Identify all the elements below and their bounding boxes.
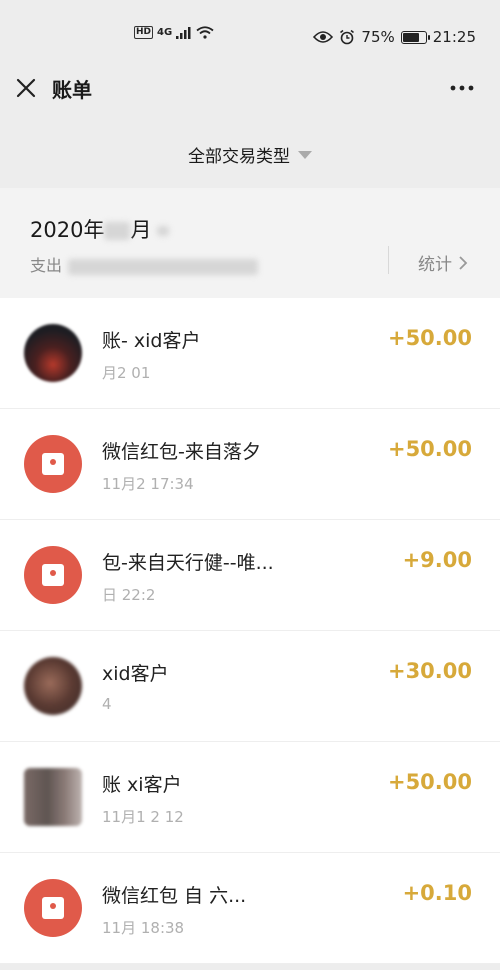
transaction-amount: +50.00 xyxy=(387,770,472,794)
alarm-icon xyxy=(340,29,355,45)
transaction-row[interactable]: 包-来自天行健--唯... 日 22:2 +9.00 xyxy=(0,520,500,631)
red-packet-avatar xyxy=(24,879,82,937)
transaction-row[interactable]: 账 xi客户 11月1 2 12 +50.00 xyxy=(0,742,500,853)
transaction-title: 微信红包 自 六... xyxy=(102,885,247,907)
status-bar: HD 4G 75% 21:25 xyxy=(0,0,500,64)
transaction-time: 月2 01 xyxy=(102,364,151,382)
transaction-amount: +30.00 xyxy=(387,659,472,683)
status-right: 75% 21:25 xyxy=(313,28,476,46)
transaction-time: 4 xyxy=(102,695,112,713)
close-button[interactable] xyxy=(14,76,38,100)
transaction-time: 11月 18:38 xyxy=(102,919,185,937)
stats-button[interactable]: 统计 xyxy=(418,250,468,275)
red-packet-icon xyxy=(42,564,64,586)
clock: 21:25 xyxy=(432,28,476,46)
transaction-row[interactable]: 微信红包 自 六... 11月 18:38 +0.10 xyxy=(0,853,500,964)
blurred-marker xyxy=(157,226,170,236)
blurred-month-number xyxy=(104,222,131,240)
divider xyxy=(388,246,389,274)
transaction-row[interactable]: 账- xid客户月2 01 +50.00 xyxy=(0,298,500,409)
filter-label: 全部交易类型 xyxy=(188,146,290,167)
transaction-time: 11月1 2 12 xyxy=(102,808,184,826)
battery-icon xyxy=(400,30,430,44)
red-packet-icon xyxy=(42,453,64,475)
page-title: 账单 xyxy=(52,78,92,102)
eye-icon xyxy=(313,31,334,43)
title-bar: 账单 xyxy=(0,64,500,112)
month-suffix: 月 xyxy=(130,218,152,242)
chevron-right-icon xyxy=(459,255,468,270)
close-icon xyxy=(16,78,36,98)
red-packet-avatar xyxy=(24,546,82,604)
transaction-row[interactable]: xid客户 4 +30.00 xyxy=(0,631,500,742)
more-icon xyxy=(450,85,474,91)
user-avatar xyxy=(24,768,82,826)
wifi-icon xyxy=(196,26,214,39)
hd-badge: HD xyxy=(134,26,154,39)
transaction-title: xid客户 xyxy=(102,663,169,685)
user-avatar xyxy=(24,324,82,382)
transaction-time: 日 22:2 xyxy=(102,586,156,604)
battery-percent: 75% xyxy=(361,28,395,46)
month-year: 2020年 xyxy=(30,218,105,242)
transaction-row[interactable]: 微信红包-来自落夕 11月2 17:34 +50.00 xyxy=(0,409,500,520)
month-title: 2020年 月 xyxy=(30,214,170,244)
summary-expense-label: 支出 xyxy=(30,256,63,275)
more-button[interactable] xyxy=(448,76,476,100)
transaction-amount: +0.10 xyxy=(402,881,472,905)
transaction-title: 微信红包-来自落夕 xyxy=(102,441,261,463)
transaction-amount: +9.00 xyxy=(402,548,472,572)
signal-icon xyxy=(176,26,191,39)
red-packet-avatar xyxy=(24,435,82,493)
network-indicators: HD 4G xyxy=(134,26,214,39)
user-avatar xyxy=(24,657,82,715)
transaction-amount: +50.00 xyxy=(387,326,472,350)
transaction-type-filter[interactable]: 全部交易类型 xyxy=(0,132,500,176)
month-header: 2020年 月 支出 统计 xyxy=(0,188,500,298)
network-4g-label: 4G xyxy=(157,27,173,38)
transaction-time: 11月2 17:34 xyxy=(102,475,194,493)
transaction-list: 账- xid客户月2 01 +50.00 微信红包-来自落夕 11月2 17:34 +5… xyxy=(0,298,500,964)
transaction-amount: +50.00 xyxy=(387,437,472,461)
red-packet-icon xyxy=(42,897,64,919)
transaction-title: 账 xi客户 xyxy=(102,774,182,796)
blurred-summary xyxy=(68,258,259,275)
month-summary: 支出 xyxy=(30,252,259,276)
stats-label: 统计 xyxy=(418,255,452,275)
transaction-title: 账- xid客户 xyxy=(102,330,201,352)
battery-level xyxy=(402,32,419,42)
caret-down-icon xyxy=(298,151,312,159)
transaction-title: 包-来自天行健--唯... xyxy=(102,552,274,574)
